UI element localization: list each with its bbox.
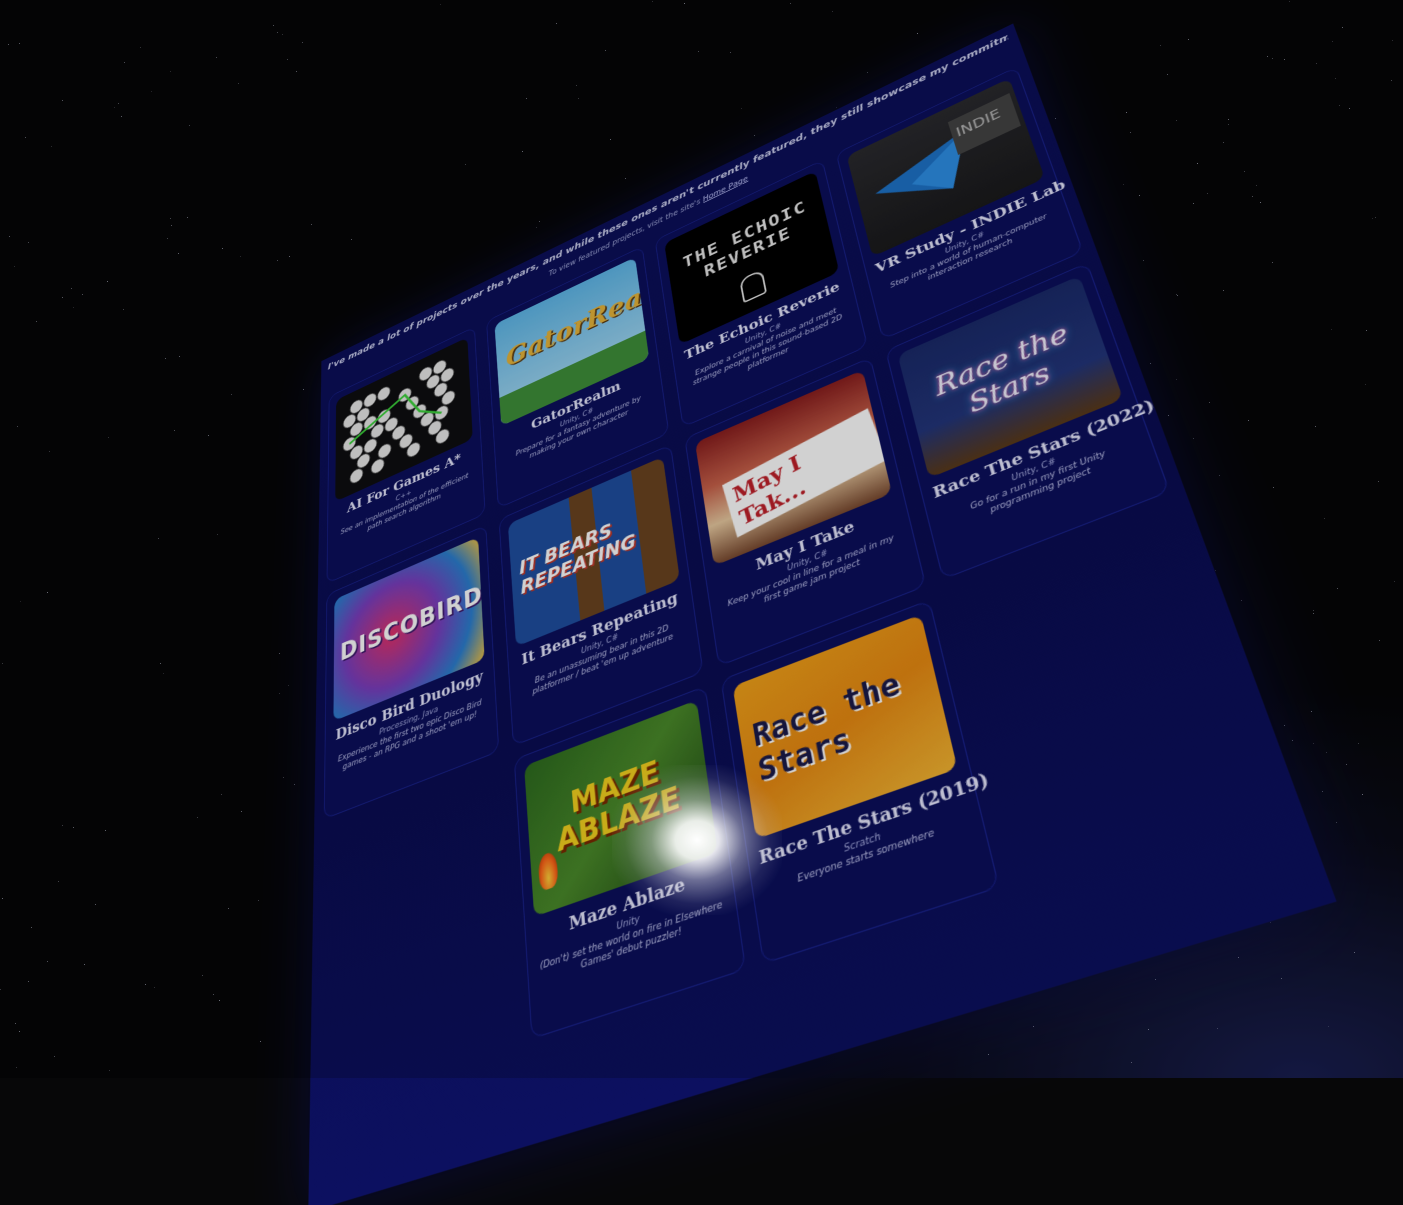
project-card-maze-ablaze[interactable]: MAZE ABLAZE Maze Ablaze Unity (Don't) se… bbox=[514, 686, 746, 1040]
thumbnail-art-text: Race the Stars bbox=[750, 657, 938, 790]
thumbnail-art-text: Race the Stars bbox=[915, 311, 1100, 438]
project-card-race-the-stars-2019[interactable]: Race the Stars Race The Stars (2019) Scr… bbox=[721, 599, 1000, 964]
scene: I've made a lot of projects over the yea… bbox=[0, 0, 1403, 1078]
thumbnail-art-text: MAZE ABLAZE bbox=[545, 746, 692, 862]
thumbnail-art-text: DISCOBIRD bbox=[340, 580, 483, 667]
thumbnail-art-text: IT BEARS REPEATING bbox=[519, 498, 670, 599]
projects-board[interactable]: I've made a lot of projects over the yea… bbox=[308, 23, 1336, 1205]
ghost-icon bbox=[739, 269, 767, 303]
